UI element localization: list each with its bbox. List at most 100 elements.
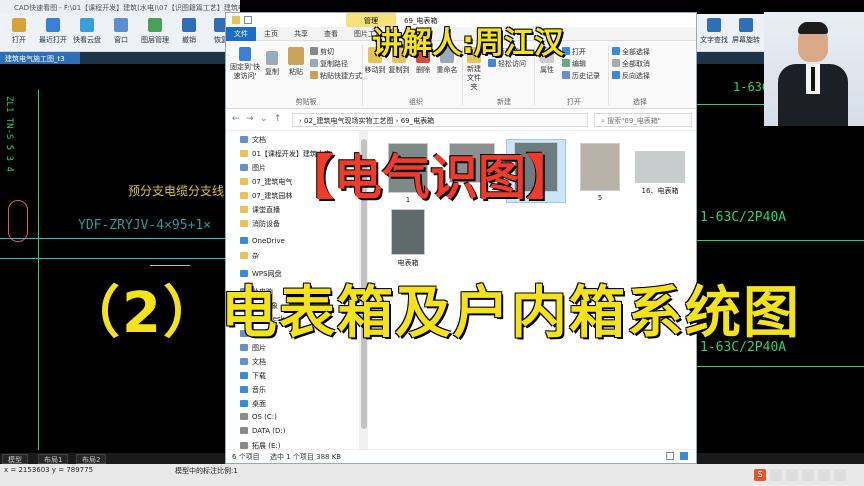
breadcrumb-item[interactable]: 69_电表箱 — [401, 117, 434, 125]
pin-quick-access-button[interactable]: 固定到'快速访问' — [230, 47, 260, 81]
shirt-icon[interactable] — [818, 469, 830, 481]
forward-arrow-icon[interactable]: → — [246, 114, 254, 124]
folder-icon — [240, 150, 248, 157]
sidebar-item[interactable]: 杂 — [240, 251, 259, 261]
sidebar-item-label: 文档 — [252, 358, 266, 366]
vertical-label: ZL1 TN-S 5 3 4 — [4, 96, 14, 172]
rotate-screen-button[interactable]: 屏幕旋转 — [729, 18, 763, 45]
paste-shortcut-button[interactable]: 粘贴快捷方式 — [310, 71, 362, 81]
folder-icon — [240, 358, 248, 365]
sidebar-item[interactable]: 07_建筑电气 — [240, 177, 292, 187]
cut-button[interactable]: 剪切 — [310, 47, 334, 57]
coordinate-readout: x = 2153603 y = 789775 — [4, 466, 94, 474]
sidebar-item[interactable]: 拓展 (E:) — [240, 441, 280, 449]
folder-icon — [240, 400, 248, 407]
layer-button[interactable]: 图层管理 — [138, 18, 172, 45]
sidebar-item[interactable]: 课堂直播 — [240, 205, 280, 215]
drawing-line — [38, 90, 39, 450]
file-item[interactable]: 电表箱 — [378, 209, 438, 268]
invert-selection-button[interactable]: 反向选择 — [612, 71, 650, 81]
breadcrumb-item[interactable]: 02_建筑电气现场实物工艺图 — [304, 117, 393, 125]
sidebar-item[interactable]: 音乐 — [240, 385, 266, 395]
item-count: 6 个项目 — [232, 453, 260, 461]
undo-icon — [182, 18, 196, 32]
image-thumbnail — [635, 151, 685, 183]
folder-icon — [240, 372, 248, 379]
tab-layout2[interactable]: 布局2 — [76, 454, 107, 464]
checkbox-icon[interactable] — [244, 16, 252, 24]
tab-layout1[interactable]: 布局1 — [38, 454, 69, 464]
sogou-ime-icon[interactable]: S — [754, 469, 766, 481]
tab-file[interactable]: 文件 — [226, 27, 256, 41]
sidebar-item[interactable]: 下载 — [240, 371, 266, 381]
sidebar-item-label: 杂 — [252, 252, 259, 260]
cloud-icon — [80, 18, 94, 32]
heading-caption: 【电气识图】 — [286, 150, 575, 206]
sidebar-item[interactable]: 文档 — [240, 357, 266, 367]
drawing-line — [0, 238, 225, 239]
recent-button[interactable]: 最近打开 — [36, 18, 70, 45]
text-find-button[interactable]: 文字查找 — [697, 18, 731, 45]
sidebar-item[interactable]: 文档 — [240, 135, 266, 145]
search-input[interactable]: ⌕ 搜索"69_电表箱" — [594, 113, 692, 127]
tab-share[interactable]: 共享 — [294, 29, 308, 39]
file-item[interactable]: 16、电表箱 — [630, 151, 690, 196]
back-arrow-icon[interactable]: ← — [232, 114, 240, 124]
grid-icon[interactable] — [834, 469, 846, 481]
status-bar: x = 2153603 y = 789775 模型中的标注比例:1 S — [0, 464, 864, 486]
mic-icon[interactable] — [786, 469, 798, 481]
cloud-button[interactable]: 快看云盘 — [70, 18, 104, 45]
chevron-down-icon[interactable]: ⌄ — [260, 114, 268, 124]
thumbnail-view-icon[interactable] — [680, 452, 688, 460]
sidebar-item[interactable]: 消防设备 — [240, 219, 280, 229]
presenter-video — [764, 12, 864, 126]
select-none-icon — [612, 59, 620, 67]
cad-right-toolbar: 文字查找 屏幕旋转 — [697, 14, 764, 52]
group-open: 打开 — [567, 98, 581, 106]
image-thumbnail — [580, 143, 620, 191]
window-button[interactable]: 窗口 — [104, 18, 138, 45]
history-button[interactable]: 历史记录 — [562, 71, 600, 81]
sidebar-item-label: 图片 — [252, 164, 266, 172]
copy-icon — [266, 51, 278, 65]
pin-icon — [239, 47, 251, 61]
undo-button[interactable]: 撤销 — [172, 18, 206, 45]
divider — [608, 45, 609, 105]
details-view-icon[interactable] — [666, 452, 674, 460]
sidebar-item[interactable]: 桌面 — [240, 399, 266, 409]
clock-icon — [46, 18, 60, 32]
ime-mode-icon[interactable] — [770, 469, 782, 481]
scissors-icon — [310, 47, 318, 55]
drawing-tab[interactable]: 建筑电气施工图_t3 — [0, 52, 80, 64]
rotate-icon — [739, 18, 753, 32]
folder-icon — [240, 237, 248, 244]
tab-view[interactable]: 查看 — [324, 29, 338, 39]
keyboard-icon[interactable] — [802, 469, 814, 481]
sidebar-item[interactable]: OneDrive — [240, 237, 285, 245]
sidebar-item[interactable]: OS (C:) — [240, 413, 277, 421]
sidebar-item-label: 拓展 (E:) — [252, 442, 281, 449]
tab-model[interactable]: 模型 — [2, 454, 28, 464]
sidebar-item[interactable]: DATA (D:) — [240, 427, 285, 435]
open-button[interactable]: 打开 — [2, 18, 36, 45]
up-arrow-icon[interactable]: ↑ — [274, 114, 282, 124]
sidebar-item[interactable]: 图片 — [240, 163, 266, 173]
drawing-line — [697, 366, 864, 367]
edit-button[interactable]: 编辑 — [562, 59, 586, 69]
select-none-button[interactable]: 全部取消 — [612, 59, 650, 69]
drawing-line — [150, 265, 190, 266]
paste-button[interactable]: 粘贴 — [284, 47, 308, 77]
breaker-label: 1-63C/2P40A — [700, 210, 787, 225]
folder-icon — [240, 164, 248, 171]
folder-icon — [240, 413, 248, 420]
sidebar-item-label: DATA (D:) — [252, 427, 286, 435]
tab-home[interactable]: 主页 — [264, 29, 278, 39]
sidebar-item[interactable]: 07_建筑园林 — [240, 191, 292, 201]
copy-button[interactable]: 复制 — [262, 51, 282, 77]
file-item[interactable]: 5 — [570, 143, 630, 202]
open-file-button[interactable]: 打开 — [562, 47, 586, 57]
copy-path-button[interactable]: 复制路径 — [310, 59, 348, 69]
lecturer-caption: 讲解人:周江汉 — [372, 26, 564, 61]
select-all-button[interactable]: 全部选择 — [612, 47, 650, 57]
address-bar[interactable]: › 02_建筑电气现场实物工艺图 › 69_电表箱 — [292, 113, 588, 127]
